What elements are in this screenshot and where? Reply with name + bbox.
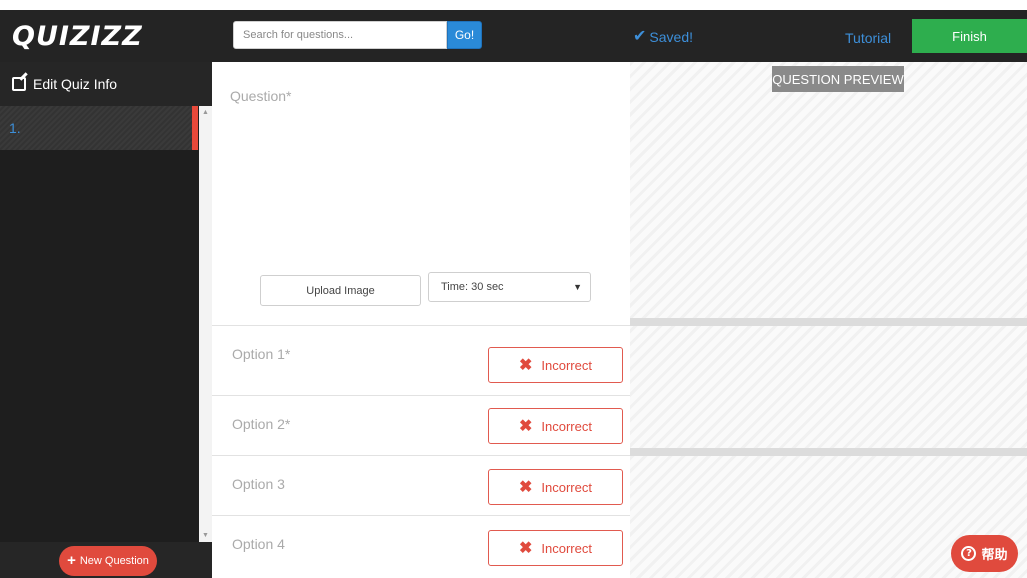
edit-quiz-info-button[interactable]: Edit Quiz Info — [0, 62, 212, 106]
option-input[interactable]: Option 1* — [232, 346, 290, 362]
time-select[interactable]: Time: 30 sec ▼ — [428, 272, 591, 302]
cross-icon: ✖ — [519, 418, 533, 435]
option-row: Option 3 ✖ Incorrect — [212, 455, 630, 515]
cross-icon: ✖ — [519, 540, 533, 557]
upload-image-button[interactable]: Upload Image — [260, 275, 421, 306]
question-mark-icon: ? — [961, 546, 977, 561]
edit-quiz-info-label: Edit Quiz Info — [33, 76, 118, 92]
question-list: 1. ▲ ▼ — [0, 106, 212, 542]
finish-button[interactable]: Finish — [912, 19, 1027, 53]
option-row: Option 1* ✖ Incorrect — [212, 325, 630, 385]
question-number: 1. — [9, 120, 21, 136]
new-question-button[interactable]: + New Question — [59, 546, 157, 576]
time-select-value: Time: 30 sec — [441, 281, 504, 293]
active-indicator — [192, 106, 198, 150]
option-input[interactable]: Option 4 — [232, 536, 285, 552]
question-input[interactable]: Question* — [230, 88, 291, 104]
incorrect-label: Incorrect — [541, 357, 592, 373]
option-input[interactable]: Option 2* — [232, 416, 290, 432]
incorrect-toggle-button[interactable]: ✖ Incorrect — [488, 347, 623, 383]
question-editor: Question* Upload Image Time: 30 sec ▼ Op… — [212, 62, 630, 578]
new-question-label: New Question — [79, 555, 149, 567]
search-input[interactable] — [233, 21, 447, 49]
question-preview-panel — [630, 62, 1027, 578]
quizizz-logo[interactable]: QUIZIZZ — [12, 23, 143, 50]
incorrect-toggle-button[interactable]: ✖ Incorrect — [488, 530, 623, 566]
preview-divider — [630, 448, 1027, 456]
scroll-down-icon[interactable]: ▼ — [202, 532, 209, 539]
search-go-button[interactable]: Go! — [447, 21, 482, 49]
option-input[interactable]: Option 3 — [232, 476, 285, 492]
top-bar: QUIZIZZ Go! ✔ Saved! Tutorial Finish — [0, 10, 1027, 62]
question-list-item[interactable]: 1. — [0, 106, 198, 150]
sidebar: Edit Quiz Info 1. ▲ ▼ + New Question — [0, 62, 212, 578]
edit-icon — [12, 77, 26, 91]
scroll-up-icon[interactable]: ▲ — [202, 109, 209, 116]
checkmark-icon: ✔ — [633, 28, 647, 45]
option-row: Option 4 ✖ Incorrect — [212, 515, 630, 575]
incorrect-toggle-button[interactable]: ✖ Incorrect — [488, 469, 623, 505]
question-preview-label: QUESTION PREVIEW — [772, 66, 904, 92]
incorrect-label: Incorrect — [541, 418, 592, 434]
search-bar: Go! — [233, 21, 482, 49]
help-label: 帮助 — [981, 548, 1008, 563]
tutorial-link[interactable]: Tutorial — [845, 30, 891, 46]
preview-divider — [630, 318, 1027, 326]
help-button[interactable]: ? 帮助 — [951, 535, 1018, 572]
cross-icon: ✖ — [519, 479, 533, 496]
option-row: Option 2* ✖ Incorrect — [212, 395, 630, 455]
save-status-text: Saved! — [649, 29, 693, 45]
incorrect-label: Incorrect — [541, 540, 592, 556]
question-list-scrollbar[interactable]: ▲ ▼ — [199, 106, 212, 542]
incorrect-toggle-button[interactable]: ✖ Incorrect — [488, 408, 623, 444]
dropdown-caret-icon: ▼ — [573, 282, 582, 292]
save-status: ✔ Saved! — [633, 28, 693, 46]
incorrect-label: Incorrect — [541, 479, 592, 495]
plus-icon: + — [67, 552, 76, 569]
cross-icon: ✖ — [519, 357, 533, 374]
